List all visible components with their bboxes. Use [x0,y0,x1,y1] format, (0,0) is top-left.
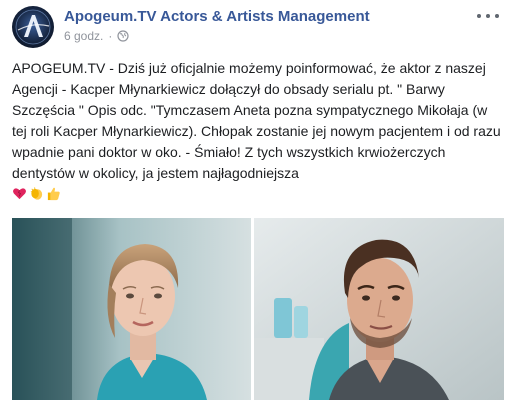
post-timestamp[interactable]: 6 godz. [64,29,103,43]
page-avatar[interactable] [12,6,54,48]
post-photo-right[interactable] [254,218,504,400]
thumbs-up-icon [47,187,60,201]
post-header: Apogeum.TV Actors & Artists Management 6… [12,6,503,52]
clapping-hands-icon [30,187,43,200]
meta-separator: · [108,29,113,43]
heart-icon [13,188,26,200]
post-meta: 6 godz. · [64,29,129,43]
globe-icon[interactable] [117,30,129,42]
facebook-post: Apogeum.TV Actors & Artists Management 6… [0,0,511,400]
more-options-icon[interactable] [477,8,499,24]
woman-in-dental-clinic-image [12,218,251,400]
man-in-dental-chair-image [254,218,504,400]
post-photo-left[interactable] [12,218,251,400]
page-name-link[interactable]: Apogeum.TV Actors & Artists Management [64,8,370,25]
apogeum-logo-icon [15,9,51,45]
post-emojis [12,186,61,201]
post-text: APOGEUM.TV - Dziś już oficjalnie możemy … [12,60,501,181]
